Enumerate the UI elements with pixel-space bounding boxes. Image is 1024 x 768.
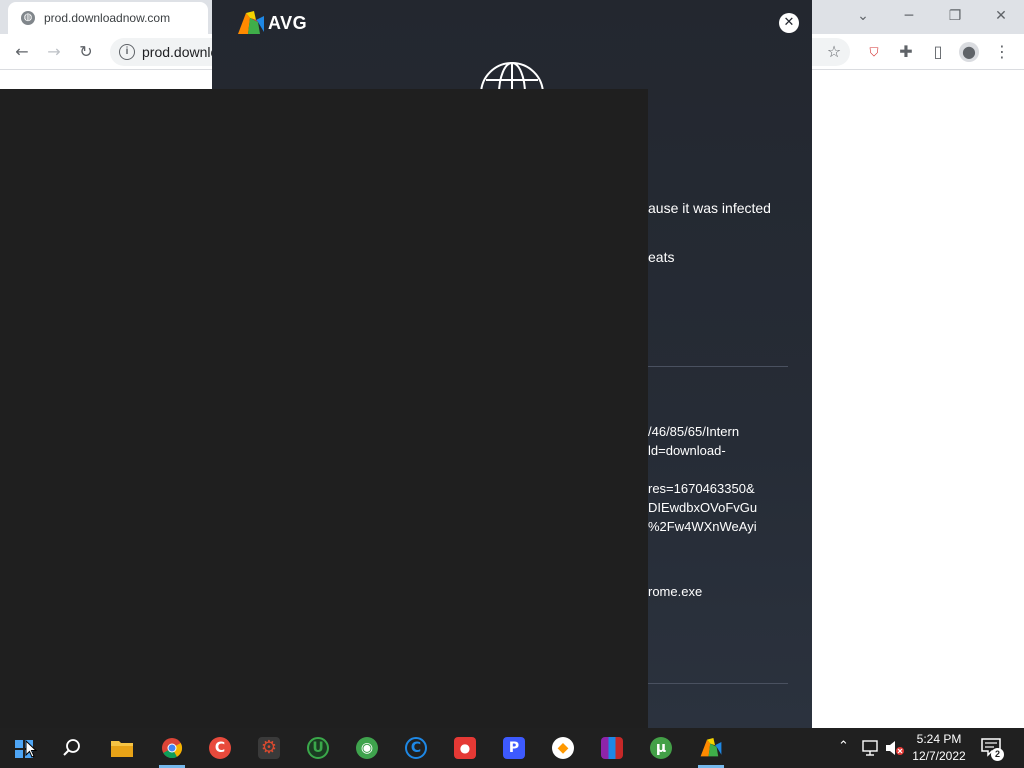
c-circle-icon: C <box>405 737 427 759</box>
show-hidden-icons-chevron-icon[interactable]: ⌃ <box>838 739 849 754</box>
threat-url-line: DIEwdbxOVoFvGu <box>648 500 758 515</box>
taskbar-utorrent[interactable]: μ <box>638 728 686 768</box>
side-panel-icon[interactable]: ▯ <box>928 42 948 62</box>
notification-count-badge: 2 <box>991 748 1004 761</box>
avg-icon <box>700 738 722 757</box>
taskbar-chrome[interactable] <box>148 728 196 768</box>
taskbar-search-button[interactable] <box>48 728 96 768</box>
threat-action-text: eats <box>648 249 675 265</box>
mouse-cursor-icon <box>25 740 37 758</box>
taskbar-u-app[interactable]: U <box>295 728 343 768</box>
network-icon[interactable] <box>862 740 880 756</box>
notification-center-button[interactable]: 2 <box>980 737 1004 761</box>
extensions-puzzle-icon[interactable]: ✚ <box>896 42 916 62</box>
taskbar-avg[interactable] <box>687 728 735 768</box>
taskbar-camera-app[interactable]: ● <box>442 728 490 768</box>
p-app-icon: P <box>503 737 525 759</box>
threat-url-line: ld=download- <box>648 443 726 458</box>
info-icon[interactable]: i <box>119 44 135 60</box>
minimize-button[interactable]: ─ <box>886 4 932 28</box>
taskbar-c-app[interactable]: C <box>393 728 441 768</box>
start-button[interactable] <box>0 728 48 768</box>
threat-description-text: ause it was infected <box>648 200 771 216</box>
taskbar-p-app[interactable]: P <box>491 728 539 768</box>
taskbar-ccleaner[interactable]: C <box>197 728 245 768</box>
clock-date[interactable]: 12/7/2022 <box>905 749 973 763</box>
close-popup-button[interactable]: ✕ <box>779 13 799 33</box>
reload-icon[interactable]: ↻ <box>76 42 96 62</box>
camera-app-icon: ● <box>454 737 476 759</box>
utorrent-icon: μ <box>650 737 672 759</box>
profile-avatar-icon[interactable]: ● <box>959 42 979 62</box>
bookmark-star-icon[interactable]: ☆ <box>824 42 844 62</box>
globe-app-icon: ◉ <box>356 737 378 759</box>
taskbar-globe-app[interactable]: ◉ <box>344 728 392 768</box>
taskbar-winrar[interactable] <box>589 728 637 768</box>
process-name-text: rome.exe <box>648 584 703 599</box>
tab-search-button[interactable]: ⌄ <box>840 4 886 28</box>
threat-url-line: %2Fw4WXnWeAyi <box>648 519 757 534</box>
avg-brand-text: AVG <box>268 13 308 33</box>
taskbar-gear-app[interactable]: ⚙ <box>246 728 294 768</box>
search-icon <box>63 739 80 756</box>
restore-button[interactable]: ❐ <box>932 4 978 28</box>
back-arrow-icon[interactable]: ← <box>12 42 32 62</box>
chrome-icon <box>162 738 183 759</box>
gear-app-icon: ⚙ <box>258 737 280 759</box>
threat-url-line: res=1670463350& <box>648 481 755 496</box>
tab-title: prod.downloadnow.com <box>44 11 171 25</box>
windows-taskbar: C ⚙ U ◉ C ● P ◆ μ ⌃ 5:24 PM 12/7/2022 2 <box>0 728 1024 768</box>
ccleaner-icon: C <box>209 737 231 759</box>
menu-kebab-icon[interactable]: ⋮ <box>992 42 1012 62</box>
dark-overlay-window <box>0 89 648 728</box>
taskbar-file-explorer[interactable] <box>98 728 146 768</box>
threat-url-line: /46/85/65/Intern <box>648 424 740 439</box>
volume-muted-icon[interactable] <box>885 740 905 756</box>
forward-arrow-icon[interactable]: → <box>44 42 64 62</box>
winrar-icon <box>601 737 623 759</box>
folder-icon <box>111 741 133 757</box>
u-circle-icon: U <box>307 737 329 759</box>
browser-tab[interactable]: ◍ prod.downloadnow.com <box>8 2 208 34</box>
shield-app-icon: ◆ <box>552 737 574 759</box>
avg-logo-icon <box>238 11 264 34</box>
close-window-button[interactable]: ✕ <box>978 4 1024 28</box>
globe-icon: ◍ <box>21 11 35 25</box>
taskbar-shield-app[interactable]: ◆ <box>540 728 588 768</box>
extension-shield-icon[interactable]: ⛉ <box>864 42 884 62</box>
clock-time[interactable]: 5:24 PM <box>905 732 973 746</box>
